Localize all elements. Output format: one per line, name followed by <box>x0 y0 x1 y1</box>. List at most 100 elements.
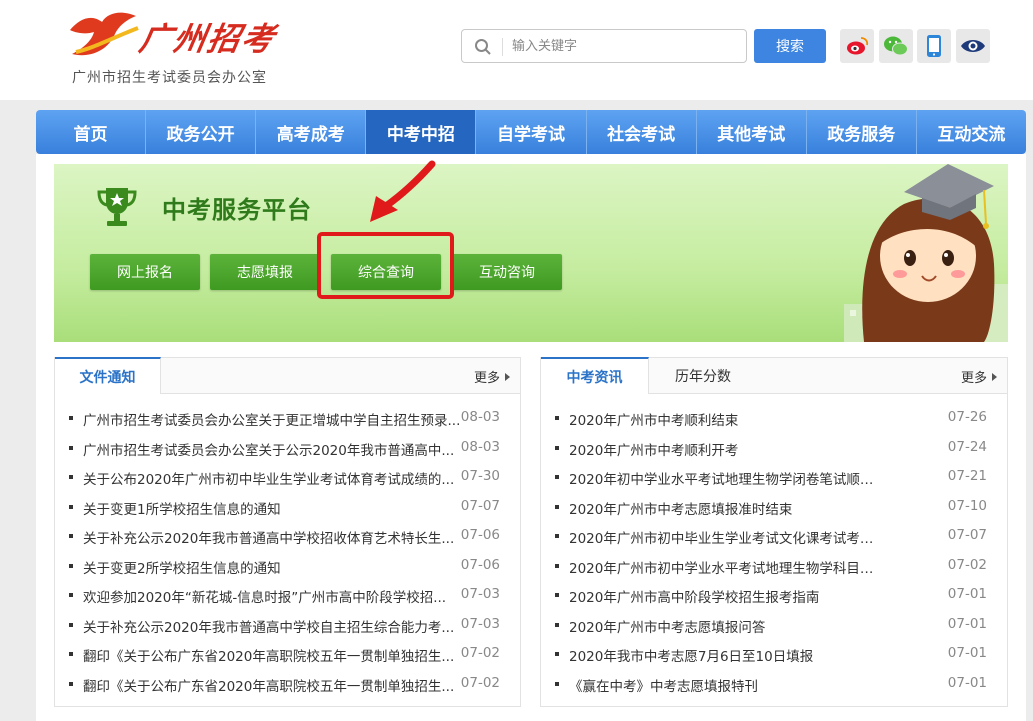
list-item[interactable]: 2020年广州市初中学业水平考试地理生物学科目考... 07-02 <box>541 552 1007 582</box>
notice-panel-header: 文件通知 更多 <box>55 357 520 394</box>
list-item-title[interactable]: 2020年广州市初中毕业生学业考试文化课考试考生... <box>569 527 884 547</box>
list-item[interactable]: 关于变更1所学校招生信息的通知 07-07 <box>55 493 520 523</box>
list-item-title[interactable]: 《赢在中考》中考志愿填报特刊 <box>569 675 758 695</box>
list-item-date: 07-02 <box>460 645 500 661</box>
list-item[interactable]: 2020年我市中考志愿7月6日至10日填报 07-01 <box>541 640 1007 670</box>
nav-item-gaokao[interactable]: 高考成考 <box>256 110 367 154</box>
more-label: 更多 <box>960 371 987 386</box>
tab-zhongkao-news[interactable]: 中考资讯 <box>541 357 649 394</box>
list-item-title[interactable]: 2020年广州市中考顺利结束 <box>569 409 738 429</box>
nav-item-government-affairs[interactable]: 政务公开 <box>146 110 257 154</box>
bullet-icon <box>555 563 559 568</box>
list-item-date: 08-03 <box>460 409 500 425</box>
list-item-date: 07-03 <box>460 615 500 632</box>
tab-file-notices[interactable]: 文件通知 <box>55 357 161 394</box>
list-item[interactable]: 关于补充公示2020年我市普通高中学校招收体育艺术特长生... 07-06 <box>55 522 520 552</box>
list-item-title[interactable]: 关于公布2020年广州市初中毕业生学业考试体育考试成绩的... <box>83 468 454 488</box>
bullet-icon <box>69 534 73 538</box>
list-item-date: 07-03 <box>460 586 500 602</box>
list-item-title[interactable]: 广州市招生考试委员会办公室关于公示2020年我市普通高中... <box>83 439 454 459</box>
bullet-icon <box>555 416 559 420</box>
list-item-date: 07-10 <box>947 497 987 514</box>
news-more-link[interactable]: 更多 <box>961 367 997 386</box>
list-item[interactable]: 2020年广州市高中阶段学校招生报考指南 07-01 <box>541 581 1007 611</box>
bullet-icon <box>69 504 73 509</box>
banner-title: 中考服务平台 <box>162 196 312 224</box>
list-item-title[interactable]: 2020年广州市中考志愿填报准时结束 <box>569 498 792 518</box>
nav-item-social-exams[interactable]: 社会考试 <box>587 110 697 154</box>
search-divider <box>502 38 503 56</box>
list-item[interactable]: 2020年广州市中考志愿填报准时结束 07-10 <box>541 493 1007 523</box>
list-item[interactable]: 2020年广州市中考志愿填报问答 07-01 <box>541 611 1007 641</box>
notice-list: 广州市招生考试委员会办公室关于更正增城中学自主招生预录... 08-03 广州市招生… <box>55 404 520 699</box>
list-item-title[interactable]: 翻印《关于公布广东省2020年高职院校五年一贯制单独招生... <box>83 645 454 665</box>
nav-item-zhongkao[interactable]: 中考中招 <box>366 110 477 154</box>
list-item[interactable]: 2020年广州市中考顺利结束 07-26 <box>541 404 1007 434</box>
eye-icon[interactable] <box>956 29 990 63</box>
interactive-consult-button[interactable]: 互动咨询 <box>452 254 562 290</box>
list-item[interactable]: 关于补充公示2020年我市普通高中学校自主招生综合能力考... 07-03 <box>55 611 520 641</box>
search-icon <box>475 39 491 55</box>
list-item-title[interactable]: 欢迎参加2020年“新花城-信息时报”广州市高中阶段学校招... <box>83 586 446 606</box>
weibo-icon[interactable] <box>840 29 874 63</box>
list-item-title[interactable]: 2020年广州市中考顺利开考 <box>569 439 738 459</box>
list-item[interactable]: 翻印《关于公布广东省2020年高职院校五年一贯制单独招生... 07-02 <box>55 640 520 670</box>
list-item-date: 07-02 <box>460 674 500 691</box>
list-item[interactable]: 广州市招生考试委员会办公室关于公示2020年我市普通高中... 08-03 <box>55 434 520 464</box>
more-label: 更多 <box>473 371 500 386</box>
list-item-title[interactable]: 2020年广州市高中阶段学校招生报考指南 <box>569 586 819 606</box>
bullet-icon <box>555 445 559 450</box>
bullet-icon <box>555 622 559 627</box>
bullet-icon <box>69 593 73 597</box>
list-item-date: 07-07 <box>947 527 987 543</box>
search-button[interactable]: 搜索 <box>754 29 826 63</box>
logo-icon[interactable] <box>66 8 146 60</box>
list-item[interactable]: 关于公布2020年广州市初中毕业生学业考试体育考试成绩的... 07-30 <box>55 463 520 493</box>
list-item-title[interactable]: 翻印《关于公布广东省2020年高职院校五年一贯制单独招生... <box>83 675 454 695</box>
list-item[interactable]: 翻印《关于公布广东省2020年高职院校五年一贯制单独招生... 07-02 <box>55 670 520 700</box>
bullet-icon <box>69 652 73 656</box>
chevron-right-icon <box>992 373 997 381</box>
wechat-icon[interactable] <box>879 29 913 63</box>
nav-item-home[interactable]: 首页 <box>36 110 147 154</box>
chevron-right-icon <box>505 373 510 381</box>
list-item[interactable]: 广州市招生考试委员会办公室关于更正增城中学自主招生预录... 08-03 <box>55 404 520 434</box>
search-box <box>461 29 747 63</box>
bullet-icon <box>69 563 73 568</box>
list-item[interactable]: 关于变更2所学校招生信息的通知 07-06 <box>55 552 520 582</box>
search-input[interactable] <box>512 30 742 62</box>
notice-panel: 文件通知 更多 广州市招生考试委员会办公室关于更正增城中学自主招生预录... 08… <box>54 357 521 707</box>
bullet-icon <box>555 652 559 656</box>
notice-more-link[interactable]: 更多 <box>474 367 510 386</box>
list-item-date: 07-06 <box>460 527 500 543</box>
nav-item-interaction[interactable]: 互动交流 <box>917 110 1026 154</box>
news-list: 2020年广州市中考顺利结束 07-26 2020年广州市中考顺利开考 07-24 20… <box>541 404 1007 699</box>
list-item-title[interactable]: 2020年广州市初中学业水平考试地理生物学科目考... <box>569 557 884 577</box>
list-item[interactable]: 2020年广州市中考顺利开考 07-24 <box>541 434 1007 464</box>
logo-text[interactable]: 广州招考 <box>136 14 280 60</box>
list-item[interactable]: 2020年广州市初中毕业生学业考试文化课考试考生... 07-07 <box>541 522 1007 552</box>
nav-item-gov-services[interactable]: 政务服务 <box>807 110 917 154</box>
news-panel-header: 中考资讯 历年分数 更多 <box>541 357 1007 394</box>
list-item[interactable]: 《赢在中考》中考志愿填报特刊 07-01 <box>541 670 1007 700</box>
list-item-title[interactable]: 关于变更2所学校招生信息的通知 <box>83 557 281 577</box>
list-item[interactable]: 欢迎参加2020年“新花城-信息时报”广州市高中阶段学校招... 07-03 <box>55 581 520 611</box>
list-item-date: 08-03 <box>460 438 500 455</box>
list-item-title[interactable]: 2020年广州市中考志愿填报问答 <box>569 616 765 636</box>
bullet-icon <box>69 416 73 420</box>
volunteer-filling-button[interactable]: 志愿填报 <box>210 254 320 290</box>
list-item-title[interactable]: 2020年我市中考志愿7月6日至10日填报 <box>569 645 813 665</box>
mobile-icon[interactable] <box>917 29 951 63</box>
nav-item-other-exams[interactable]: 其他考试 <box>697 110 807 154</box>
list-item-title[interactable]: 2020年初中学业水平考试地理生物学闭卷笔试顺利... <box>569 468 884 488</box>
online-registration-button[interactable]: 网上报名 <box>90 254 200 290</box>
tab-historical-scores[interactable]: 历年分数 <box>649 357 757 394</box>
list-item-title[interactable]: 广州市招生考试委员会办公室关于更正增城中学自主招生预录... <box>83 409 460 429</box>
nav-item-self-study[interactable]: 自学考试 <box>476 110 587 154</box>
list-item-title[interactable]: 关于补充公示2020年我市普通高中学校自主招生综合能力考... <box>83 616 454 636</box>
list-item-title[interactable]: 关于补充公示2020年我市普通高中学校招收体育艺术特长生... <box>83 527 454 547</box>
list-item[interactable]: 2020年初中学业水平考试地理生物学闭卷笔试顺利... 07-21 <box>541 463 1007 493</box>
list-item-title[interactable]: 关于变更1所学校招生信息的通知 <box>83 498 281 518</box>
bullet-icon <box>555 504 559 509</box>
list-item-date: 07-06 <box>460 556 500 573</box>
